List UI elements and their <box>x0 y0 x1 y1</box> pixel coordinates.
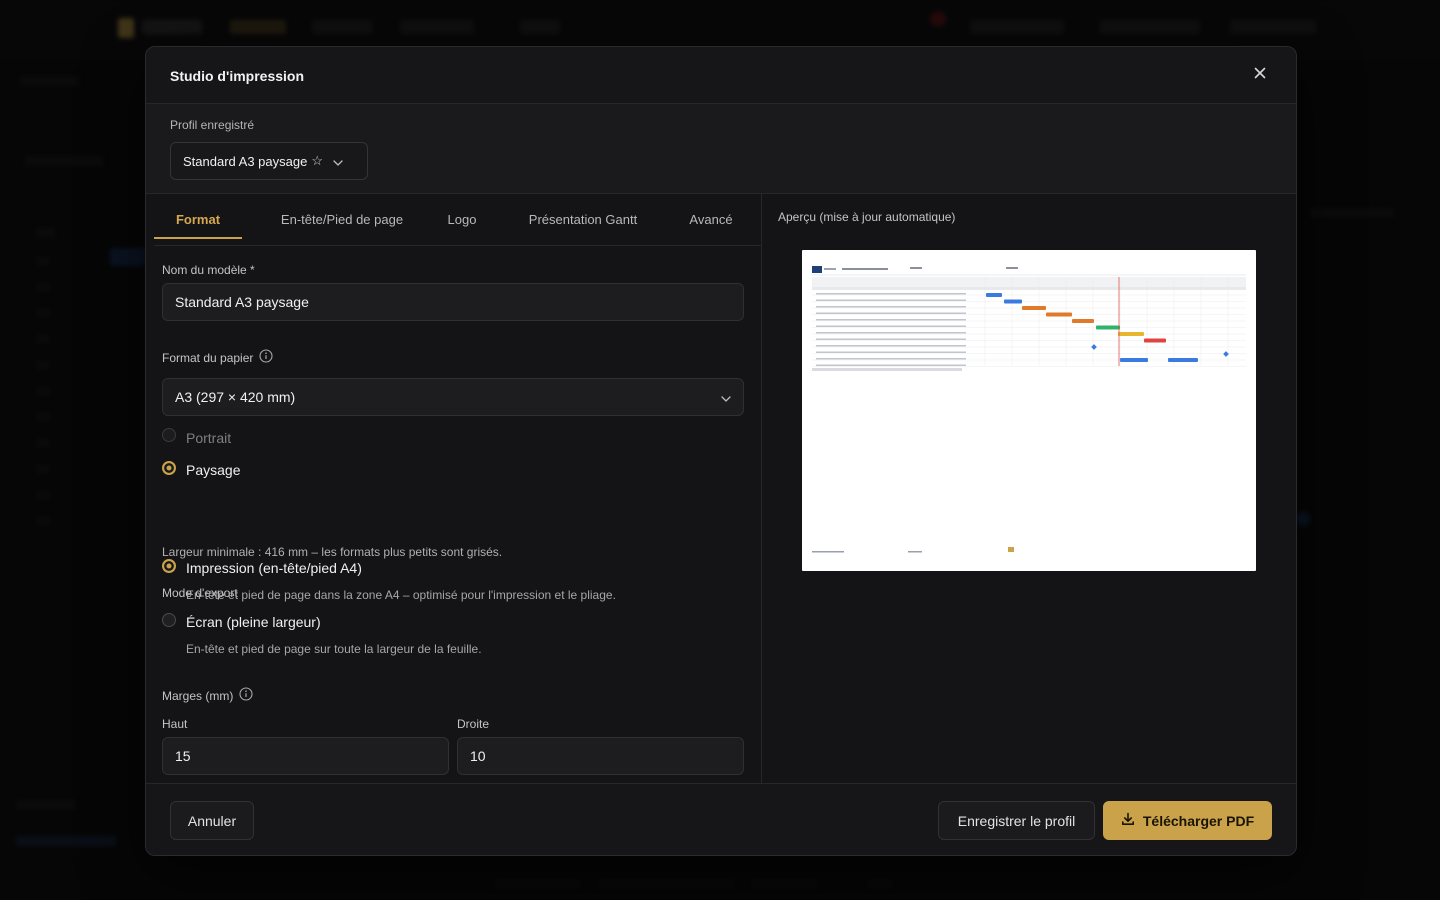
paper-format-label-text: Format du papier <box>162 350 254 365</box>
dialog-header: Studio d'impression <box>146 47 1296 104</box>
orientation-portrait-radio[interactable]: Portrait <box>162 428 232 446</box>
info-icon[interactable] <box>239 687 253 704</box>
saved-profile-select[interactable]: Standard A3 paysage ☆ <box>170 142 368 180</box>
paper-format-select[interactable]: A3 (297 × 420 mm) <box>162 378 744 416</box>
tab-logo[interactable]: Logo <box>440 194 484 245</box>
dialog-footer: Annuler Enregistrer le profil Télécharge… <box>146 783 1296 855</box>
star-outline-icon: ☆ <box>311 153 323 168</box>
export-mode-screen-label: Écran (pleine largeur) <box>186 614 321 630</box>
margins-label: Marges (mm) <box>162 687 253 704</box>
tab-format[interactable]: Format <box>154 194 242 245</box>
info-icon[interactable] <box>259 349 273 366</box>
settings-panel: Format En-tête/Pied de page Logo Présent… <box>146 194 762 783</box>
print-studio-dialog: Studio d'impression Profil enregistré St… <box>145 46 1297 856</box>
preview-panel: Aperçu (mise à jour automatique) <box>762 194 1296 783</box>
export-mode-print-help: En-tête et pied de page dans la zone A4 … <box>186 588 616 602</box>
margin-top-input[interactable]: 15 <box>162 737 449 775</box>
radio-indicator <box>162 428 176 442</box>
radio-indicator <box>162 613 176 627</box>
pdf-preview-thumbnail <box>812 266 1246 553</box>
tab-gantt-layout[interactable]: Présentation Gantt <box>518 194 648 245</box>
preview-label: Aperçu (mise à jour automatique) <box>778 210 956 224</box>
close-icon <box>1254 66 1266 84</box>
export-mode-print-label: Impression (en-tête/pied A4) <box>186 560 362 576</box>
margin-right-label: Droite <box>457 717 490 731</box>
chevron-down-icon <box>333 154 343 169</box>
orientation-portrait-label: Portrait <box>186 430 232 446</box>
template-name-label: Nom du modèle * <box>162 263 255 277</box>
saved-profile-label: Profil enregistré <box>170 118 255 132</box>
export-mode-screen-help: En-tête et pied de page sur toute la lar… <box>186 642 482 656</box>
download-pdf-label: Télécharger PDF <box>1142 812 1255 829</box>
pdf-preview-page <box>802 250 1256 571</box>
saved-profile-section: Profil enregistré Standard A3 paysage ☆ <box>146 104 1296 194</box>
download-pdf-button[interactable]: Télécharger PDF <box>1103 801 1272 840</box>
dialog-title: Studio d'impression <box>170 68 305 84</box>
download-icon <box>1121 812 1135 829</box>
template-name-input[interactable]: Standard A3 paysage <box>162 283 744 321</box>
save-profile-button[interactable]: Enregistrer le profil <box>938 801 1095 840</box>
radio-indicator <box>162 559 176 573</box>
chevron-down-icon <box>721 389 731 405</box>
margins-label-text: Marges (mm) <box>162 688 234 703</box>
settings-tabs: Format En-tête/Pied de page Logo Présent… <box>154 194 761 246</box>
min-width-note: Largeur minimale : 416 mm – les formats … <box>162 545 503 559</box>
margin-right-input[interactable]: 10 <box>457 737 744 775</box>
radio-indicator <box>162 461 176 475</box>
saved-profile-value: Standard A3 paysage <box>183 153 308 169</box>
orientation-landscape-label: Paysage <box>186 462 241 478</box>
margin-top-label: Haut <box>162 717 188 731</box>
paper-format-value: A3 (297 × 420 mm) <box>175 389 296 405</box>
export-mode-screen-radio[interactable]: Écran (pleine largeur) <box>162 613 321 630</box>
tab-header-footer[interactable]: En-tête/Pied de page <box>258 194 426 245</box>
export-mode-print-radio[interactable]: Impression (en-tête/pied A4) <box>162 559 362 576</box>
tab-advanced[interactable]: Avancé <box>684 194 738 245</box>
paper-format-label: Format du papier <box>162 349 273 366</box>
orientation-landscape-radio[interactable]: Paysage <box>162 461 241 478</box>
cancel-button[interactable]: Annuler <box>170 801 254 840</box>
close-button[interactable] <box>1250 65 1270 85</box>
